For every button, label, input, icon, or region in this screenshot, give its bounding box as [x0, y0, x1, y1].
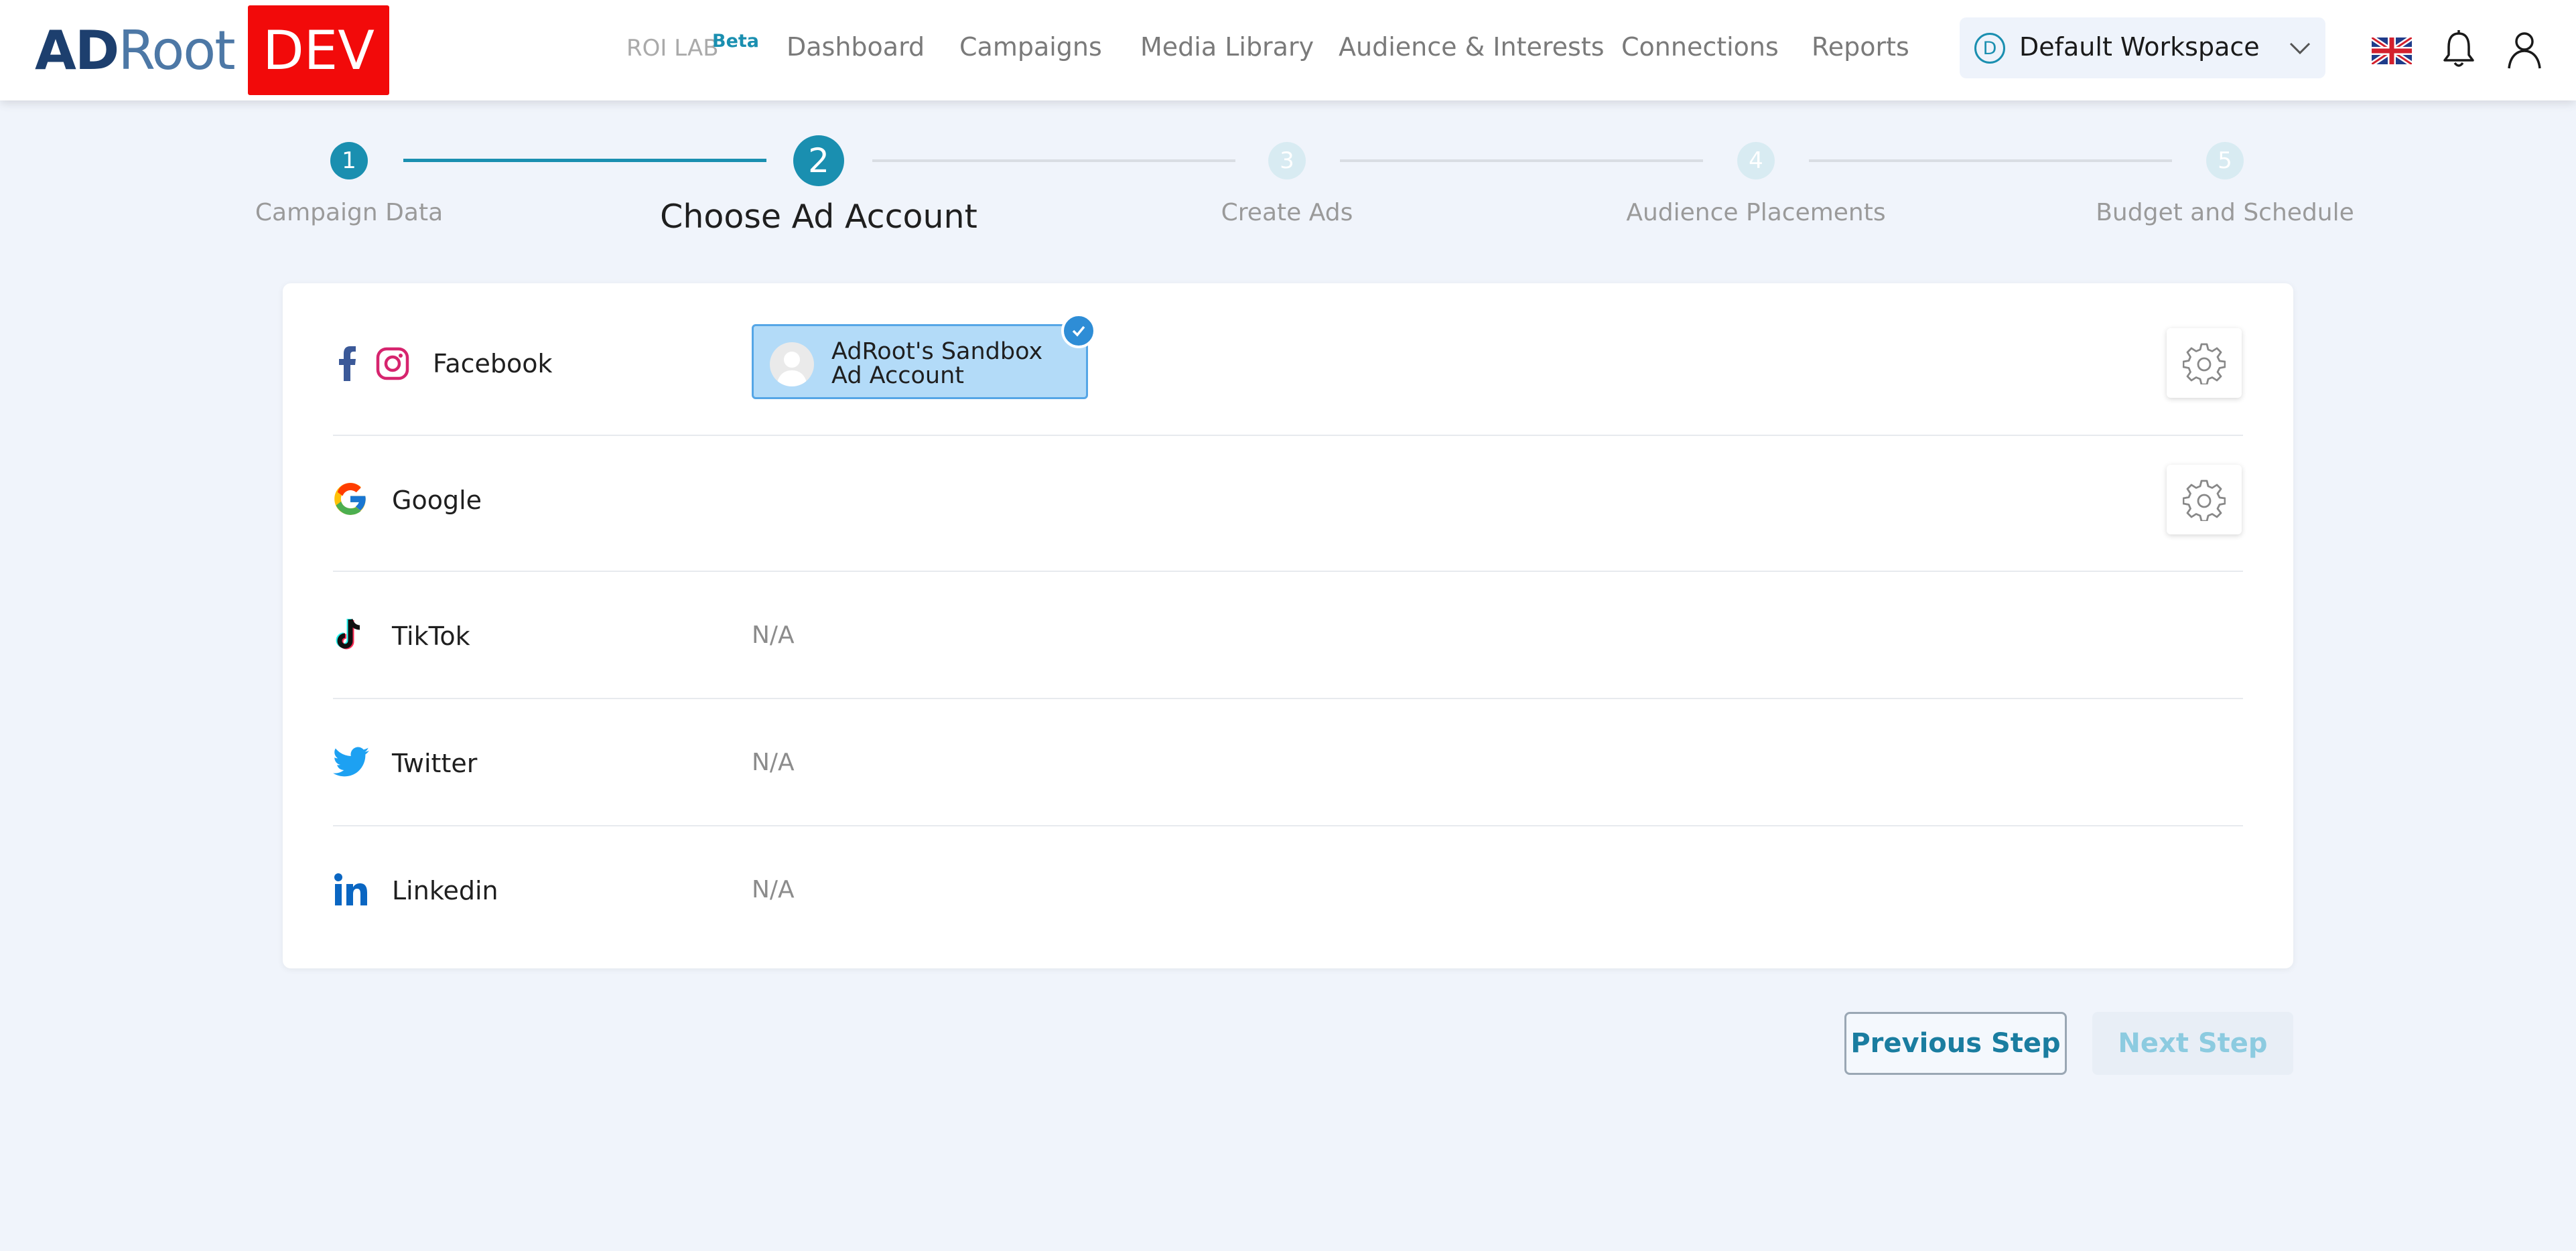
- workspace-name: Default Workspace: [2019, 32, 2260, 62]
- step-5-circle: 5: [2206, 142, 2244, 179]
- nav-reports[interactable]: Reports: [1812, 32, 1909, 70]
- step-2-label: Choose Ad Account: [660, 198, 977, 236]
- tiktok-icon: [336, 618, 360, 650]
- linkedin-icon: [334, 873, 367, 905]
- adroot-logo[interactable]: ADRoot: [35, 19, 236, 82]
- next-step-button[interactable]: Next Step: [2092, 1012, 2293, 1075]
- top-navbar: ADRoot DEV ROI LAB Beta Dashboard Campai…: [0, 0, 2576, 100]
- nav-campaigns[interactable]: Campaigns: [959, 32, 1102, 70]
- nav-audience-interests[interactable]: Audience & Interests: [1339, 32, 1605, 70]
- platform-label-linkedin: Linkedin: [392, 876, 498, 905]
- google-settings-button[interactable]: [2167, 465, 2242, 534]
- step-connector-1: [403, 159, 766, 162]
- gear-icon: [2183, 480, 2226, 521]
- twitter-na: N/A: [752, 749, 795, 776]
- step-1-circle[interactable]: 1: [330, 142, 368, 179]
- env-badge: DEV: [248, 5, 389, 95]
- step-4-label: Audience Placements: [1626, 199, 1886, 226]
- platform-label-twitter: Twitter: [392, 749, 478, 778]
- nav-connections[interactable]: Connections: [1621, 32, 1779, 70]
- facebook-settings-button[interactable]: [2167, 328, 2242, 398]
- previous-step-button[interactable]: Previous Step: [1844, 1012, 2067, 1075]
- ad-account-name: AdRoot's Sandbox Ad Account: [831, 338, 1043, 389]
- nav-media-library[interactable]: Media Library: [1140, 32, 1314, 70]
- google-icon: [334, 483, 366, 515]
- workspace-avatar: D: [1974, 33, 2005, 64]
- ad-account-chip[interactable]: AdRoot's Sandbox Ad Account: [752, 324, 1088, 399]
- row-divider: [333, 825, 2243, 826]
- user-icon[interactable]: [2506, 29, 2543, 70]
- roi-lab-beta-badge: Beta: [712, 31, 760, 52]
- chevron-down-icon: [2289, 42, 2311, 55]
- step-5-label: Budget and Schedule: [2096, 199, 2354, 226]
- step-4-circle: 4: [1737, 142, 1775, 179]
- account-avatar: [770, 342, 814, 386]
- platform-label-tiktok: TikTok: [392, 621, 470, 651]
- bell-icon[interactable]: [2441, 29, 2476, 70]
- nav-dashboard[interactable]: Dashboard: [787, 32, 925, 70]
- workspace-selector[interactable]: D Default Workspace: [1960, 17, 2325, 78]
- nav-roi-lab[interactable]: ROI LAB: [626, 35, 719, 72]
- linkedin-na: N/A: [752, 876, 795, 903]
- facebook-icon: [339, 346, 356, 381]
- row-divider: [333, 571, 2243, 572]
- step-2-circle[interactable]: 2: [793, 135, 844, 186]
- step-connector-3: [1340, 159, 1703, 162]
- step-connector-4: [1809, 159, 2172, 162]
- platform-label-google: Google: [392, 486, 482, 515]
- instagram-icon: [376, 347, 409, 380]
- logo-root: Root: [118, 19, 235, 82]
- row-divider: [333, 435, 2243, 436]
- row-divider: [333, 698, 2243, 699]
- tiktok-na: N/A: [752, 621, 795, 649]
- step-3-label: Create Ads: [1221, 199, 1353, 226]
- twitter-icon: [333, 747, 369, 777]
- uk-flag-icon[interactable]: [2372, 38, 2412, 64]
- ad-account-card: Facebook AdRoot's Sandbox Ad Account Goo…: [283, 283, 2293, 968]
- step-connector-2: [872, 159, 1235, 162]
- step-3-circle: 3: [1268, 142, 1306, 179]
- step-1-label: Campaign Data: [255, 199, 444, 226]
- logo-ad: AD: [35, 19, 119, 82]
- platform-label-facebook: Facebook: [433, 349, 553, 378]
- gear-icon: [2183, 343, 2226, 384]
- selected-check-icon: [1061, 313, 1096, 348]
